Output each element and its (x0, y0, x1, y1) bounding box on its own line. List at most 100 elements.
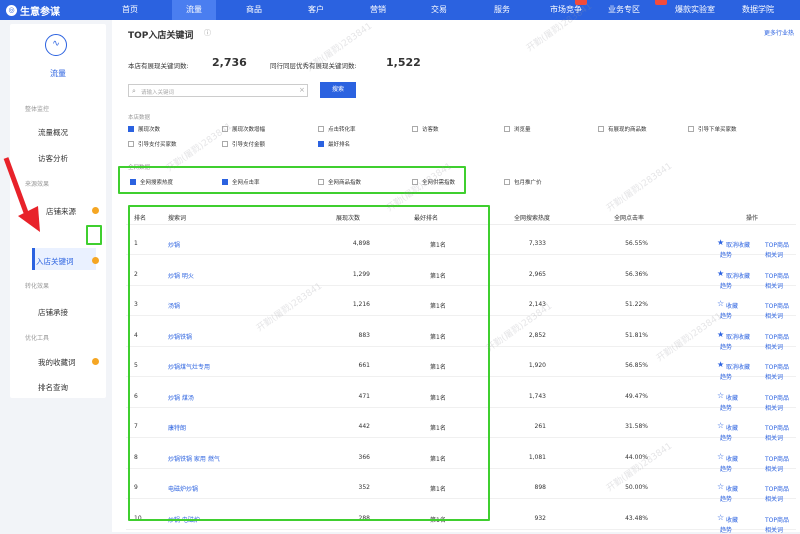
favorite-star-icon[interactable]: ★ (717, 330, 724, 339)
app-logo-text: 生意参谋 (20, 7, 60, 18)
app-logo[interactable]: ◎ 生意参谋 (6, 3, 60, 18)
metric-checkbox[interactable] (412, 126, 418, 132)
table-row (126, 528, 796, 530)
sidebar-item-rank-query[interactable]: 排名查询 (38, 382, 68, 393)
own-metrics-group-label: 本店数据 (128, 115, 151, 121)
favorite-star-icon[interactable]: ★ (717, 238, 724, 247)
search-heat-cell: 1,743 (528, 392, 546, 400)
search-heat-cell: 261 (534, 423, 546, 430)
related-words-link[interactable]: 相关词 (765, 311, 783, 320)
sidebar-item-overview[interactable]: 流量概况 (38, 127, 68, 138)
clear-icon[interactable]: × (299, 86, 305, 94)
top-products-link[interactable]: TOP商品 (765, 301, 789, 310)
metric-checkbox[interactable] (128, 141, 134, 147)
trend-link[interactable]: 趋势 (720, 433, 732, 442)
favorite-star-icon[interactable]: ☆ (717, 452, 724, 461)
trend-link[interactable]: 趋势 (720, 525, 732, 534)
metric-checkbox[interactable] (318, 126, 324, 132)
highlight-sidebar-dot (86, 225, 102, 245)
sidebar-item-my-favorites[interactable]: 我的收藏词 (38, 357, 76, 368)
top-products-link[interactable]: TOP商品 (765, 423, 789, 432)
notification-dot (92, 257, 99, 264)
metric-label: 点击转化率 (328, 127, 356, 133)
favorite-toggle[interactable]: 取消收藏 (726, 332, 750, 341)
sidebar-section-tools: 优化工具 (25, 335, 50, 342)
nav-tab-0[interactable]: 首页 (110, 0, 150, 20)
top-products-link[interactable]: TOP商品 (765, 240, 789, 249)
search-button[interactable]: 搜索 (320, 82, 356, 98)
favorite-star-icon[interactable]: ★ (717, 360, 724, 369)
metric-checkbox[interactable] (318, 141, 324, 147)
info-icon: ⓘ (204, 29, 211, 37)
top-products-link[interactable]: TOP商品 (765, 393, 789, 402)
related-words-link[interactable]: 相关词 (765, 372, 783, 381)
top-products-link[interactable]: TOP商品 (765, 332, 789, 341)
top-products-link[interactable]: TOP商品 (765, 271, 789, 280)
sidebar-item-store-conversion[interactable]: 店铺承接 (38, 307, 68, 318)
top-products-link[interactable]: TOP商品 (765, 484, 789, 493)
favorite-toggle[interactable]: 取消收藏 (726, 240, 750, 249)
favorite-star-icon[interactable]: ★ (717, 269, 724, 278)
metric-label: 访客数 (422, 127, 439, 133)
related-words-link[interactable]: 相关词 (765, 433, 783, 442)
related-words-link[interactable]: 相关词 (765, 250, 783, 259)
related-words-link[interactable]: 相关词 (765, 342, 783, 351)
trend-link[interactable]: 趋势 (720, 250, 732, 259)
nav-tab-3[interactable]: 客户 (294, 0, 338, 20)
nav-tab-9[interactable]: 爆款实验室 (664, 0, 726, 20)
top-products-link[interactable]: TOP商品 (765, 454, 789, 463)
trend-link[interactable]: 趋势 (720, 464, 732, 473)
favorite-star-icon[interactable]: ☆ (717, 299, 724, 308)
search-placeholder: 请输入关键词 (141, 90, 175, 96)
keyword-search-input[interactable]: ⌕ 请输入关键词 × (128, 84, 308, 97)
favorite-star-icon[interactable]: ☆ (717, 513, 724, 522)
related-words-link[interactable]: 相关词 (765, 464, 783, 473)
favorite-toggle[interactable]: 收藏 (726, 423, 738, 432)
metric-checkbox[interactable] (598, 126, 604, 132)
trend-link[interactable]: 趋势 (720, 494, 732, 503)
more-industry-link[interactable]: 更多行业热 (764, 28, 794, 37)
nav-tab-4[interactable]: 营销 (356, 0, 400, 20)
search-icon: ⌕ (132, 87, 136, 95)
search-heat-cell: 898 (534, 484, 546, 491)
table-header[interactable]: 全网搜索热度 (514, 213, 550, 222)
trend-link[interactable]: 趋势 (720, 281, 732, 290)
table-header[interactable]: 全网点击率 (614, 213, 644, 222)
nav-tab-2[interactable]: 商品 (232, 0, 276, 20)
favorite-toggle[interactable]: 收藏 (726, 515, 738, 524)
related-words-link[interactable]: 相关词 (765, 281, 783, 290)
nav-tab-8[interactable]: 业务专区 (600, 0, 648, 20)
favorite-toggle[interactable]: 收藏 (726, 454, 738, 463)
favorite-toggle[interactable]: 取消收藏 (726, 362, 750, 371)
related-words-link[interactable]: 相关词 (765, 494, 783, 503)
trend-link[interactable]: 趋势 (720, 342, 732, 351)
trend-link[interactable]: 趋势 (720, 372, 732, 381)
favorite-star-icon[interactable]: ☆ (717, 421, 724, 430)
sidebar-item-entry-keywords[interactable]: 入店关键词 (36, 256, 74, 267)
favorite-toggle[interactable]: 收藏 (726, 484, 738, 493)
related-words-link[interactable]: 相关词 (765, 403, 783, 412)
top-products-link[interactable]: TOP商品 (765, 515, 789, 524)
favorite-toggle[interactable]: 收藏 (726, 393, 738, 402)
metric-label: 引导支付买家数 (138, 142, 177, 148)
nav-tab-6[interactable]: 服务 (480, 0, 524, 20)
top-products-link[interactable]: TOP商品 (765, 362, 789, 371)
metric-checkbox[interactable] (688, 126, 694, 132)
nav-tab-5[interactable]: 交易 (417, 0, 461, 20)
metric-checkbox[interactable] (128, 126, 134, 132)
notification-dot (92, 358, 99, 365)
nav-tab-10[interactable]: 数据学院 (728, 0, 788, 20)
nav-tab-1[interactable]: 流量 (172, 0, 216, 20)
favorite-star-icon[interactable]: ☆ (717, 391, 724, 400)
trend-link[interactable]: 趋势 (720, 403, 732, 412)
logo-icon: ◎ (6, 5, 17, 16)
metric-checkbox[interactable] (222, 141, 228, 147)
metric-checkbox[interactable] (504, 126, 510, 132)
stat-peer-value: 1,522 (386, 56, 421, 69)
related-words-link[interactable]: 相关词 (765, 525, 783, 534)
global-metric-checkbox[interactable] (504, 179, 510, 185)
favorite-toggle[interactable]: 取消收藏 (726, 271, 750, 280)
ctr-cell: 49.47% (625, 392, 648, 400)
favorite-star-icon[interactable]: ☆ (717, 482, 724, 491)
favorite-toggle[interactable]: 收藏 (726, 301, 738, 310)
